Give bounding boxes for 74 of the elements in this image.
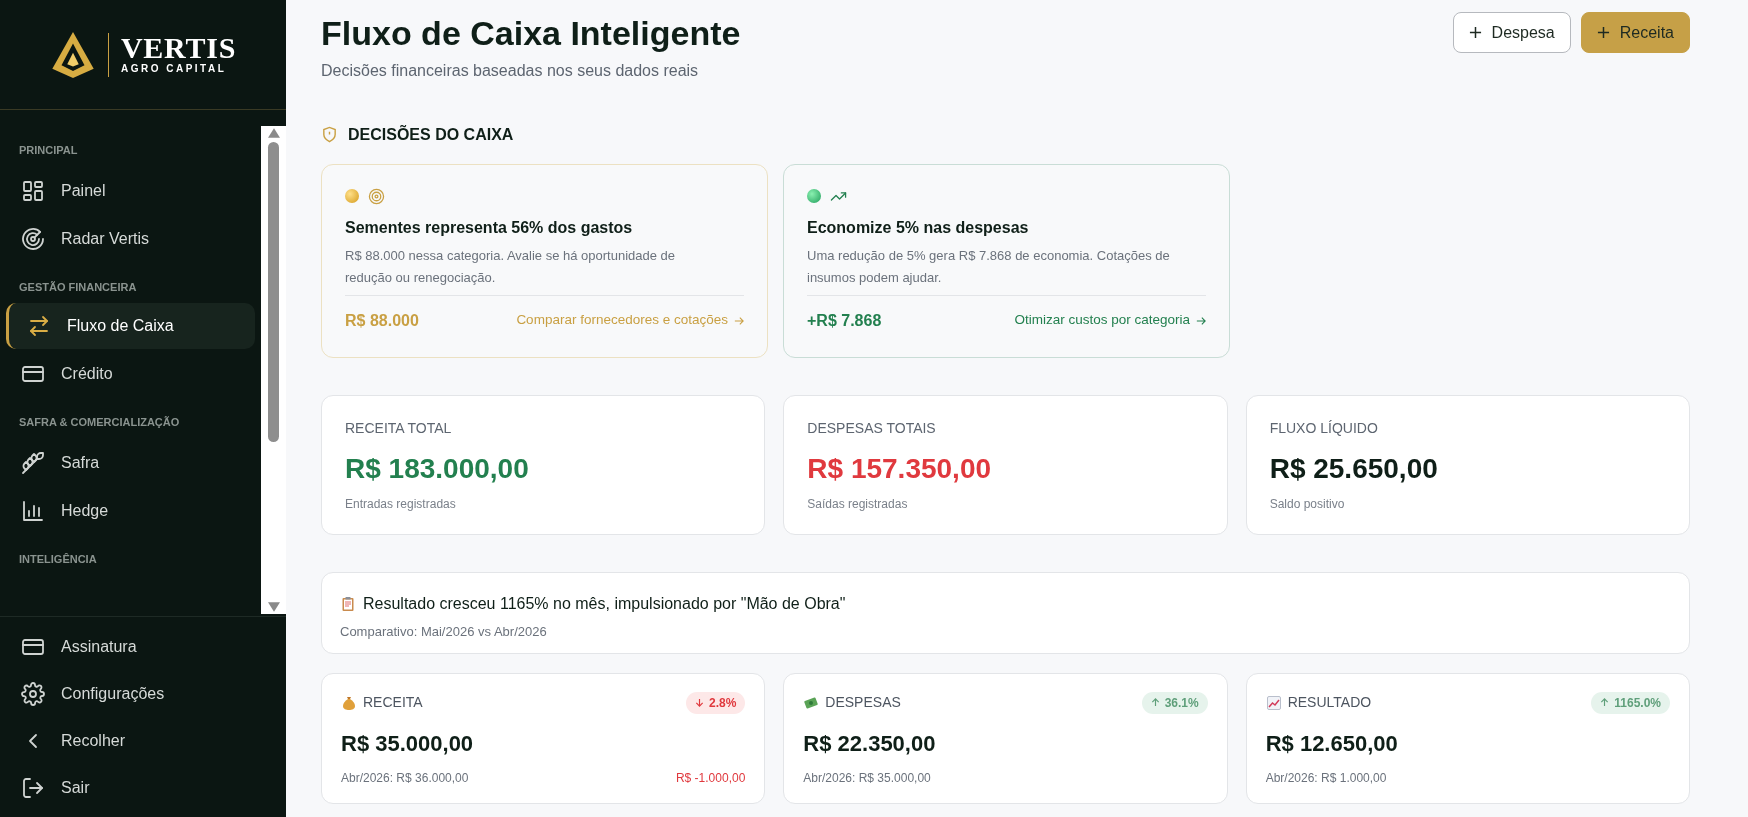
card-note: Saídas registradas <box>807 495 909 513</box>
scrollbar-thumb[interactable] <box>268 142 279 442</box>
add-button[interactable]: Receita <box>1580 12 1690 53</box>
change-badge: 36.1% <box>1141 691 1208 714</box>
settings-icon <box>21 681 45 706</box>
add-button[interactable]: Despesa <box>1452 12 1571 53</box>
insight-subtitle: Comparativo: Mai/2026 vs Abr/2026 <box>340 622 548 641</box>
card-value: R$ 183.000,00 <box>345 451 530 486</box>
card-amount: R$ 88.000 <box>345 310 419 331</box>
arrow-right-icon <box>734 315 744 326</box>
card-title: Sementes representa 56% dos gastos <box>345 217 634 238</box>
change-badge: 1165.0% <box>1591 691 1670 714</box>
arrow-up-icon <box>1600 698 1610 707</box>
card-label: DESPESAS <box>825 693 901 712</box>
section-label: INTELIGÊNCIA <box>18 551 98 567</box>
change-badge: 2.8% <box>685 691 746 714</box>
card-label: RESULTADO <box>1287 693 1372 712</box>
nav-item[interactable]: Safra <box>0 438 255 487</box>
brand-name: VERTIS <box>120 33 237 64</box>
card-value: R$ 25.650,00 <box>1269 451 1439 486</box>
chart-increasing-icon <box>1265 694 1282 711</box>
brand-tagline: AGRO CAPITAL <box>120 63 227 76</box>
clipboard-icon <box>340 595 356 612</box>
card-amount: +R$ 7.868 <box>807 310 882 331</box>
logout-icon <box>21 775 45 800</box>
card-label: RECEITA TOTAL <box>345 418 453 438</box>
card-label: RECEITA <box>363 693 423 712</box>
card-description: R$ 88.000 nessa categoria. Avalie se há oportunidade de redução ou renegociação. <box>345 246 677 287</box>
page-subtitle: Decisões financeiras baseadas nos seus dados reais <box>321 60 700 81</box>
money-bag-icon <box>341 694 357 711</box>
scroll-up-icon[interactable] <box>267 128 280 138</box>
transfer-arrows-icon <box>27 314 51 338</box>
shield-alert-icon <box>321 126 338 143</box>
card-description: Uma redução de 5% gera R$ 7.868 de economia. Cotações de insumos podem ajudar. <box>807 246 1171 287</box>
nav-item[interactable]: Configurações <box>0 670 286 717</box>
previous-value: Abr/2026: R$ 36.000,00 <box>341 769 469 787</box>
card-note: Saldo positivo <box>1269 495 1346 513</box>
page-title: Fluxo de Caixa Inteligente <box>321 13 741 54</box>
bar-chart-icon <box>21 498 45 523</box>
card-label: DESPESAS TOTAIS <box>807 418 937 438</box>
card-label: FLUXO LÍQUIDO <box>1269 418 1379 438</box>
nav-item[interactable]: Recolher <box>0 717 286 764</box>
card-link[interactable]: Otimizar custos por categoria <box>1014 310 1206 331</box>
card-value: R$ 35.000,00 <box>341 729 475 758</box>
arrow-right-icon <box>1196 315 1206 326</box>
radar-icon <box>21 226 45 251</box>
nav-item[interactable]: Fluxo de Caixa <box>6 303 255 349</box>
previous-value: Abr/2026: R$ 35.000,00 <box>803 769 931 787</box>
section-label: GESTÃO FINANCEIRA <box>18 279 138 295</box>
section-label: PRINCIPAL <box>18 143 79 158</box>
arrow-up-icon <box>1150 698 1160 707</box>
nav-item[interactable]: Sair <box>0 764 286 811</box>
scrollbar[interactable] <box>261 126 286 614</box>
card-value: R$ 12.650,00 <box>1265 729 1399 758</box>
dashboard-icon <box>21 178 45 203</box>
section-label: SAFRA & COMERCIALIZAÇÃO <box>18 415 181 430</box>
insight-title: Resultado cresceu 1165% no mês, impulsionado por "Mão de Obra" <box>363 593 846 614</box>
section-heading: DECISÕES DO CAIXA <box>348 124 514 145</box>
nav-item[interactable]: Assinatura <box>0 623 286 670</box>
nav-item[interactable]: Crédito <box>0 350 255 398</box>
nav-item[interactable]: Painel <box>0 166 255 215</box>
nav-item[interactable]: Radar Vertis <box>0 214 255 263</box>
plus-icon <box>1468 26 1482 39</box>
plus-icon <box>1596 26 1610 39</box>
difference-value: R$ -1.000,00 <box>675 769 746 787</box>
card-value: R$ 22.350,00 <box>803 729 937 758</box>
nav-item[interactable]: Hedge <box>0 486 255 535</box>
previous-value: Abr/2026: R$ 1.000,00 <box>1265 769 1387 787</box>
target-icon <box>368 187 385 205</box>
arrow-down-icon <box>694 698 704 707</box>
card-title: Economize 5% nas despesas <box>807 217 1030 238</box>
card-note: Entradas registradas <box>345 495 457 513</box>
scroll-down-icon[interactable] <box>267 602 280 612</box>
card-value: R$ 157.350,00 <box>807 451 993 486</box>
